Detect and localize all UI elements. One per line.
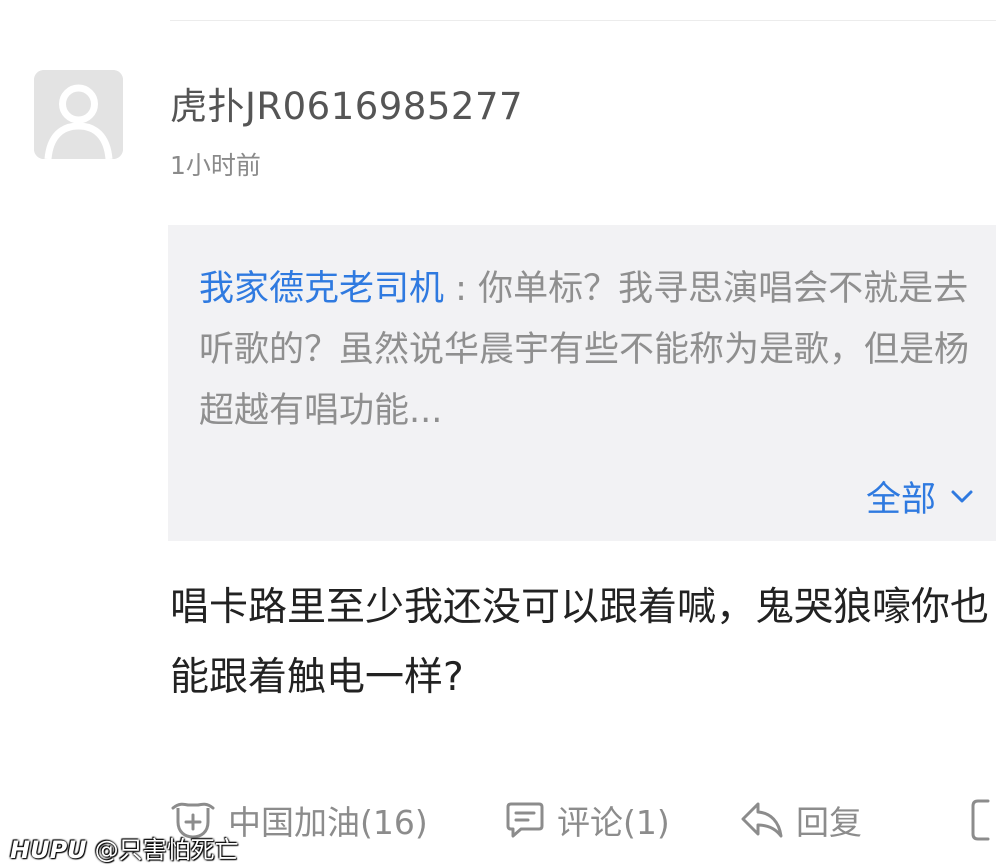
watermark-brand: HUPU — [10, 836, 87, 864]
top-divider — [170, 20, 996, 21]
chevron-down-icon — [951, 490, 973, 502]
like-label: 中国加油(16) — [228, 803, 428, 842]
comment-username[interactable]: 虎扑JR0616985277 — [170, 76, 523, 130]
comment-timestamp: 1小时前 — [170, 151, 261, 180]
watermark-handle: @只害怕死亡 — [94, 836, 239, 864]
quote-text: 我家德克老司机 : 你单标？我寻思演唱会不就是去听歌的？虽然说华晨宇有些不能称为… — [199, 259, 989, 442]
quote-separator: : — [444, 269, 479, 309]
quoted-comment: 我家德克老司机 : 你单标？我寻思演唱会不就是去听歌的？虽然说华晨宇有些不能称为… — [168, 225, 996, 541]
comment-label: 评论(1) — [557, 803, 670, 842]
reply-button[interactable]: 回复 — [740, 796, 862, 844]
bracket-icon — [971, 799, 990, 841]
reply-label: 回复 — [796, 803, 862, 842]
more-button[interactable] — [968, 796, 996, 844]
default-user-icon — [34, 70, 123, 159]
comment-page: 虎扑JR0616985277 1小时前 我家德克老司机 : 你单标？我寻思演唱会… — [0, 0, 996, 865]
comment-button[interactable]: 评论(1) — [505, 796, 670, 844]
quote-author-link[interactable]: 我家德克老司机 — [199, 269, 444, 309]
reply-arrow-icon — [741, 802, 783, 838]
avatar[interactable] — [34, 70, 123, 159]
speech-bubble-icon — [506, 802, 544, 838]
expand-quote-button[interactable]: 全部 — [866, 471, 974, 522]
comment-body: 唱卡路里至少我还没可以跟着喊，鬼哭狼嚎你也能跟着触电一样? — [170, 585, 990, 700]
watermark: HUPU @只害怕死亡 — [10, 830, 239, 865]
expand-label: 全部 — [865, 480, 936, 520]
